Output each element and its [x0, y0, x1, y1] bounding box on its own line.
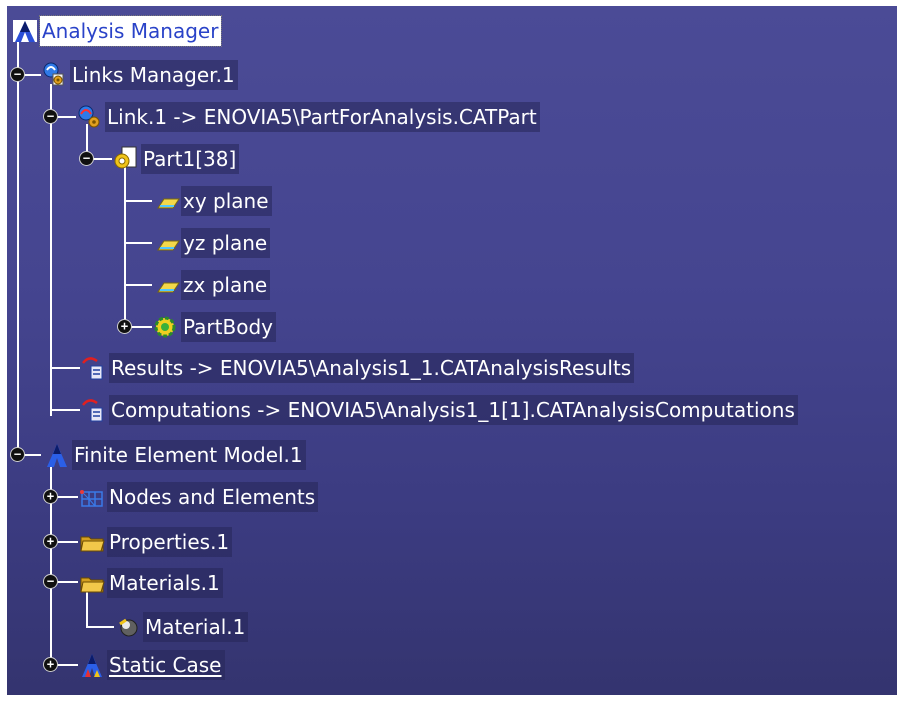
- tree-node-finite-element-model[interactable]: Finite Element Model.1: [43, 438, 306, 472]
- tree-node-results[interactable]: Results -> ENOVIA5\Analysis1_1.CATAnalys…: [80, 351, 635, 385]
- tree-node-label: Computations -> ENOVIA5\Analysis1_1[1].C…: [109, 395, 798, 425]
- tree-node-partbody[interactable]: PartBody: [152, 310, 276, 344]
- tree-node-computations[interactable]: Computations -> ENOVIA5\Analysis1_1[1].C…: [80, 393, 798, 427]
- tree-node-label: Results -> ENOVIA5\Analysis1_1.CATAnalys…: [109, 353, 635, 383]
- tree-node-label: yz plane: [181, 228, 271, 258]
- tree-node-nodes-and-elements[interactable]: Nodes and Elements: [78, 480, 319, 514]
- tree-node-label: xy plane: [181, 186, 272, 216]
- plane-icon: [152, 228, 180, 258]
- plane-icon: [152, 186, 180, 216]
- tree-node-label: Link.1 -> ENOVIA5\PartForAnalysis.CATPar…: [105, 102, 540, 132]
- tree-node-label: Properties.1: [107, 527, 233, 557]
- plane-icon: [152, 270, 180, 300]
- tree-connector: [124, 166, 126, 328]
- folder-icon: [78, 527, 106, 557]
- static-case-icon: [78, 650, 106, 680]
- links-manager-icon: [41, 60, 69, 90]
- collapse-toggle[interactable]: −: [11, 68, 24, 81]
- results-link-icon: [80, 353, 108, 383]
- expand-toggle[interactable]: +: [118, 320, 131, 333]
- tree-connector: [17, 26, 19, 456]
- tree-node-label: Material.1: [143, 612, 249, 642]
- collapse-toggle[interactable]: −: [44, 110, 57, 123]
- tree-connector: [50, 409, 80, 411]
- tree-node-zx-plane[interactable]: zx plane: [152, 268, 271, 302]
- collapse-toggle[interactable]: −: [11, 448, 24, 461]
- tree-node-label: Finite Element Model.1: [72, 440, 306, 470]
- part-document-icon: [112, 144, 140, 174]
- tree-node-yz-plane[interactable]: yz plane: [152, 226, 271, 260]
- folder-open-icon: [78, 568, 106, 598]
- tree-node-label: Nodes and Elements: [107, 482, 319, 512]
- tree-connector: [124, 200, 152, 202]
- tree-node-materials[interactable]: Materials.1: [78, 566, 223, 600]
- tree-connector: [50, 367, 80, 369]
- mesh-icon: [78, 482, 106, 512]
- tree-node-label: zx plane: [181, 270, 271, 300]
- tree-node-label: PartBody: [181, 312, 276, 342]
- tree-node-xy-plane[interactable]: xy plane: [152, 184, 272, 218]
- material-sphere-icon: [114, 612, 142, 642]
- part-body-icon: [152, 312, 180, 342]
- finite-element-model-icon: [43, 440, 71, 470]
- tree-node-static-case[interactable]: Static Case: [78, 648, 225, 682]
- computations-link-icon: [80, 395, 108, 425]
- specification-tree: − − − + − + + − + Analysis Manager Links…: [7, 6, 897, 695]
- tree-node-label: Materials.1: [107, 568, 223, 598]
- collapse-toggle[interactable]: −: [44, 575, 57, 588]
- tree-node-label: Part1[38]: [141, 144, 240, 174]
- tree-node-label: Static Case: [107, 650, 225, 680]
- tree-connector: [124, 242, 152, 244]
- expand-toggle[interactable]: +: [44, 535, 57, 548]
- tree-node-properties[interactable]: Properties.1: [78, 525, 233, 559]
- tree-node-label: Links Manager.1: [70, 60, 238, 90]
- tree-node-part1[interactable]: Part1[38]: [112, 142, 240, 176]
- expand-toggle[interactable]: +: [44, 658, 57, 671]
- collapse-toggle[interactable]: −: [80, 152, 93, 165]
- link-icon: [76, 102, 104, 132]
- tree-connector: [86, 626, 114, 628]
- tree-node-label: Analysis Manager: [38, 15, 223, 47]
- tree-node-analysis-manager[interactable]: Analysis Manager: [11, 14, 223, 48]
- expand-toggle[interactable]: +: [44, 490, 57, 503]
- tree-connector: [124, 284, 152, 286]
- tree-node-link-1[interactable]: Link.1 -> ENOVIA5\PartForAnalysis.CATPar…: [76, 100, 540, 134]
- tree-node-material-1[interactable]: Material.1: [114, 610, 249, 644]
- analysis-manager-icon: [11, 16, 39, 46]
- tree-node-links-manager[interactable]: Links Manager.1: [41, 58, 238, 92]
